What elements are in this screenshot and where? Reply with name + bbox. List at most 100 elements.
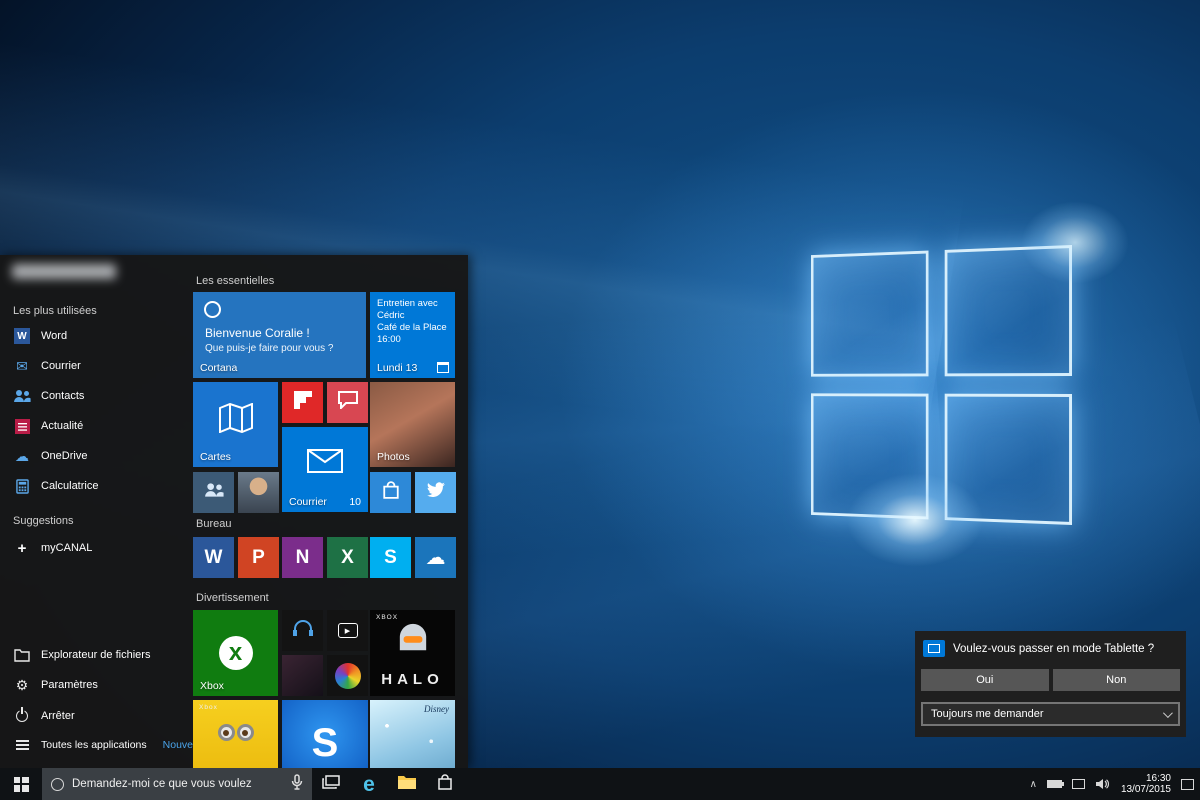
start-button[interactable]: [0, 768, 42, 800]
tile-minions[interactable]: Xbox: [193, 700, 278, 768]
task-view-icon: [322, 775, 340, 794]
no-button[interactable]: Non: [1053, 669, 1181, 691]
edge-button[interactable]: e: [350, 768, 388, 800]
tile-skype[interactable]: S: [370, 537, 411, 578]
chevron-down-icon: [1163, 708, 1173, 718]
tile-shazam[interactable]: S: [282, 700, 368, 768]
tile-messaging[interactable]: [327, 382, 368, 423]
start-list-item-news[interactable]: Actualité: [0, 411, 190, 441]
excel-icon: X: [341, 547, 354, 569]
flipboard-flag-icon: [294, 391, 312, 414]
clock[interactable]: 16:30 13/07/2015: [1121, 773, 1171, 795]
tile-contact-photo[interactable]: [238, 472, 279, 513]
onenote-icon: N: [296, 547, 310, 569]
tablet-mode-icon: [923, 640, 945, 657]
tile-label: Xbox: [200, 680, 224, 692]
tile-photos[interactable]: Photos: [370, 382, 455, 467]
cortana-question: Que puis-je faire pour vous ?: [205, 343, 333, 354]
task-view-button[interactable]: [312, 768, 350, 800]
map-icon: [219, 403, 253, 438]
tile-contacts[interactable]: [193, 472, 234, 513]
tile-frozen[interactable]: Disney: [370, 700, 455, 768]
start-list-item-word[interactable]: W Word: [0, 321, 190, 351]
notification-frequency-dropdown[interactable]: Toujours me demander: [921, 702, 1180, 726]
volume-icon[interactable]: [1095, 778, 1111, 790]
start-list-item-calculator[interactable]: Calculatrice: [0, 471, 190, 501]
start-list-label: Word: [41, 330, 67, 342]
shopping-bag-icon: [382, 481, 400, 504]
start-item-label: Arrêter: [41, 710, 75, 722]
tile-excel[interactable]: X: [327, 537, 368, 578]
windows-logo-pane: [811, 251, 929, 377]
dropdown-value: Toujours me demander: [931, 708, 1044, 720]
yes-button[interactable]: Oui: [921, 669, 1049, 691]
start-list-item-onedrive[interactable]: ☁ OneDrive: [0, 441, 190, 471]
mail-icon: ✉: [13, 357, 31, 375]
tile-cortana[interactable]: Bienvenue Coralie ! Que puis-je faire po…: [193, 292, 366, 378]
tile-color-wheel[interactable]: [327, 655, 368, 696]
edge-icon: e: [363, 774, 375, 795]
color-wheel-icon: [335, 663, 361, 689]
tile-flipboard[interactable]: [282, 382, 323, 423]
start-list-label: Courrier: [41, 360, 81, 372]
microphone-icon[interactable]: [291, 774, 303, 795]
folder-icon: [13, 646, 31, 664]
network-icon[interactable]: [1072, 779, 1085, 789]
start-list-label: OneDrive: [41, 450, 87, 462]
tile-onedrive[interactable]: ☁: [415, 537, 456, 578]
cloud-icon: ☁: [426, 548, 446, 568]
tile-twitter[interactable]: [415, 472, 456, 513]
tile-maps[interactable]: Cartes: [193, 382, 278, 467]
start-item-label: Explorateur de fichiers: [41, 649, 150, 661]
twitter-bird-icon: [426, 482, 446, 503]
battery-icon[interactable]: [1047, 780, 1062, 788]
tile-powerpoint[interactable]: P: [238, 537, 279, 578]
start-list-label: myCANAL: [41, 542, 92, 554]
action-center-icon[interactable]: [1181, 779, 1194, 790]
tile-calendar[interactable]: Entretien avec Cédric Café de la Place 1…: [370, 292, 455, 378]
tile-films-tv[interactable]: ▶: [327, 610, 368, 651]
envelope-icon: [307, 449, 343, 478]
start-menu: Les plus utilisées W Word ✉ Courrier Con…: [0, 255, 468, 768]
taskbar-search[interactable]: Demandez-moi ce que vous voulez: [42, 768, 312, 800]
tile-label: Photos: [377, 451, 410, 463]
tile-halo[interactable]: XBOX HALO: [370, 610, 455, 696]
halo-wordmark: HALO: [370, 671, 455, 688]
start-item-settings[interactable]: ⚙ Paramètres: [0, 670, 190, 700]
windows-logo-pane: [811, 393, 929, 519]
tile-video-art[interactable]: [282, 655, 323, 696]
xbox-sphere-icon: x: [219, 636, 253, 670]
cloud-icon: ☁: [13, 447, 31, 465]
tile-mail[interactable]: Courrier 10: [282, 427, 368, 512]
plus-icon: +: [13, 539, 31, 557]
start-item-all-apps[interactable]: Toutes les applications Nouveau: [0, 730, 190, 760]
store-button[interactable]: [426, 768, 464, 800]
file-explorer-button[interactable]: [388, 768, 426, 800]
start-item-file-explorer[interactable]: Explorateur de fichiers: [0, 640, 190, 670]
suggestions-header: Suggestions: [13, 515, 74, 527]
start-item-label: Paramètres: [41, 679, 98, 691]
tile-word[interactable]: W: [193, 537, 234, 578]
powerpoint-icon: P: [252, 547, 265, 569]
windows-logo-icon: [14, 777, 29, 792]
tile-groove-music[interactable]: [282, 610, 323, 651]
tile-label: Cortana: [200, 362, 237, 374]
tile-label: Courrier: [289, 496, 327, 508]
start-list-item-mycanal[interactable]: + myCANAL: [0, 533, 190, 563]
start-list-label: Calculatrice: [41, 480, 98, 492]
tile-label: Lundi 13: [377, 362, 417, 374]
start-list-item-contacts[interactable]: Contacts: [0, 381, 190, 411]
search-placeholder: Demandez-moi ce que vous voulez: [72, 778, 283, 790]
gear-icon: ⚙: [13, 676, 31, 694]
tile-onenote[interactable]: N: [282, 537, 323, 578]
user-name-blurred[interactable]: [12, 264, 116, 279]
tile-xbox[interactable]: x Xbox: [193, 610, 278, 696]
headphones-icon: [293, 619, 313, 642]
tile-store[interactable]: [370, 472, 411, 513]
calendar-event: Entretien avec Cédric Café de la Place 1…: [377, 298, 450, 346]
calendar-icon: [437, 362, 449, 373]
all-apps-icon: [13, 736, 31, 754]
start-list-item-mail[interactable]: ✉ Courrier: [0, 351, 190, 381]
start-item-power[interactable]: Arrêter: [0, 701, 190, 731]
hidden-icons-chevron[interactable]: ∧: [1030, 779, 1037, 790]
